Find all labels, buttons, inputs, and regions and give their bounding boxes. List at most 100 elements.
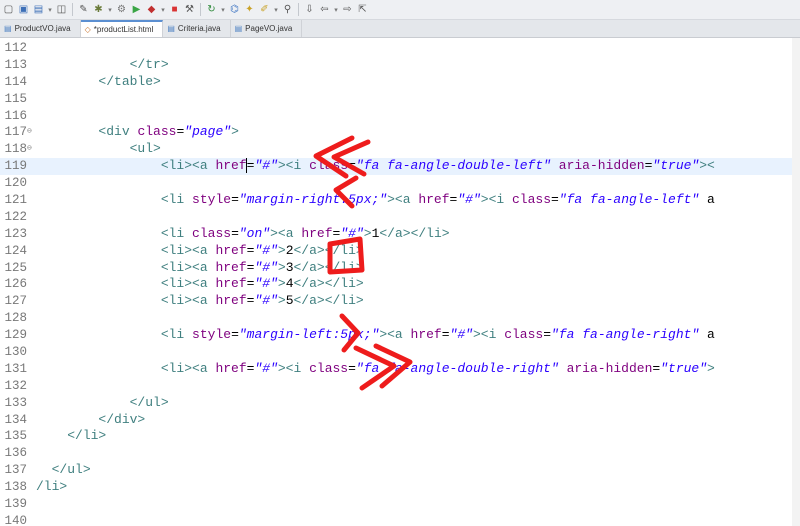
wand-icon[interactable]: ✦: [243, 3, 256, 16]
code-line[interactable]: 137 </ul>: [0, 462, 800, 479]
new-file-icon[interactable]: ▢: [2, 3, 15, 16]
line-number: 115: [4, 91, 27, 106]
bug-icon[interactable]: ✱: [92, 3, 105, 16]
code-line[interactable]: 133 </ul>: [0, 395, 800, 412]
dropdown-arrow-icon[interactable]: ▾: [273, 6, 279, 14]
line-number: 117: [4, 125, 27, 140]
dropdown-arrow-icon[interactable]: ▾: [333, 6, 339, 14]
code-line[interactable]: 134 </div>: [0, 412, 800, 429]
code-token: "#": [254, 293, 278, 309]
dropdown-arrow-icon[interactable]: ▾: [47, 6, 53, 14]
plugin-icon[interactable]: ⌬: [228, 3, 241, 16]
code-line[interactable]: 138/li>: [0, 479, 800, 496]
search-icon[interactable]: ⚲: [281, 3, 294, 16]
toolbar-separator: [72, 3, 73, 16]
editor-tab-label: Criteria.java: [177, 24, 221, 33]
code-token: ><a: [387, 192, 419, 208]
external-tools-icon[interactable]: ◆: [145, 3, 158, 16]
code-line[interactable]: 124 <li><a href="#">2</a></li>: [0, 243, 800, 260]
code-line[interactable]: 126 <li><a href="#">4</a></li>: [0, 276, 800, 293]
code-line[interactable]: 130: [0, 344, 800, 361]
code-line[interactable]: 119 <li><a href="#"><i class="fa fa-angl…: [0, 158, 800, 176]
export-icon[interactable]: ⇱: [356, 3, 369, 16]
line-number: 126: [4, 277, 27, 292]
refresh-icon[interactable]: ↻: [205, 3, 218, 16]
code-token: aria-hidden: [558, 158, 645, 174]
code-line[interactable]: 129 <li style="margin-left:5px;"><a href…: [0, 327, 800, 344]
code-token: "fa fa-angle-left": [558, 192, 700, 208]
code-token: >: [277, 293, 286, 309]
code-line[interactable]: 125 <li><a href="#">3</a></li>: [0, 260, 800, 277]
code-line[interactable]: 131 <li><a href="#"><i class="fa fa-angl…: [0, 361, 800, 378]
stop-icon[interactable]: ■: [168, 3, 181, 16]
code-line[interactable]: 140: [0, 513, 800, 526]
line-number: 124: [4, 243, 27, 258]
editor-tab[interactable]: ▤ ProductVO.java: [0, 20, 81, 37]
window-icon[interactable]: ◫: [55, 3, 68, 16]
code-token: 4: [285, 276, 294, 292]
dropdown-arrow-icon[interactable]: ▾: [107, 6, 113, 14]
back-icon[interactable]: ⇦: [318, 3, 331, 16]
code-token: </ul>: [129, 394, 169, 410]
code-line[interactable]: 135 </li>: [0, 428, 800, 445]
pin-icon[interactable]: ✎: [77, 3, 90, 16]
code-line[interactable]: 132: [0, 378, 800, 395]
code-token: =: [441, 327, 450, 343]
code-line[interactable]: 128: [0, 310, 800, 327]
code-line[interactable]: 139: [0, 496, 800, 513]
line-number: 136: [4, 446, 27, 461]
code-line[interactable]: 118 ⊖ <ul>: [0, 141, 800, 158]
code-line[interactable]: 120: [0, 175, 800, 192]
code-line[interactable]: 117 ⊖ <div class="page">: [0, 124, 800, 141]
editor-tab-label: ProductVO.java: [14, 24, 71, 33]
java-file-icon: ▤: [4, 23, 12, 33]
editor-tab-bar: ▤ ProductVO.java ◇ *productList.html ▤ Criter…: [0, 20, 800, 38]
code-line[interactable]: 122: [0, 209, 800, 226]
code-line[interactable]: 115: [0, 91, 800, 108]
arrow-down-icon[interactable]: ⇩: [303, 3, 316, 16]
code-line[interactable]: 112: [0, 40, 800, 57]
build-icon[interactable]: ⚒: [183, 3, 196, 16]
line-number: 121: [4, 193, 27, 208]
run-icon[interactable]: ▶: [130, 3, 143, 16]
code-token: >: [277, 259, 286, 275]
code-token: 5: [285, 293, 294, 309]
line-number: 140: [4, 513, 27, 526]
code-line[interactable]: 123 <li class="on"><a href="#">1</a></li…: [0, 226, 800, 243]
dropdown-arrow-icon[interactable]: ▾: [160, 6, 166, 14]
toolbar-separator: [200, 3, 201, 16]
editor-tab[interactable]: ▤ PageVO.java: [231, 20, 303, 37]
line-number: 139: [4, 497, 27, 512]
code-token: href: [215, 259, 247, 275]
code-text: <li><a href="#">3</a></li>: [36, 260, 364, 277]
code-token: >: [277, 242, 286, 258]
editor-tab[interactable]: ▤ Criteria.java: [163, 20, 231, 37]
vertical-scrollbar[interactable]: [792, 38, 800, 526]
forward-icon[interactable]: ⇨: [341, 3, 354, 16]
editor-tab[interactable]: ◇ *productList.html: [80, 20, 164, 37]
java-file-icon: ▤: [234, 23, 243, 33]
code-token: "fa fa-angle-double-left": [355, 158, 551, 174]
save-all-icon[interactable]: ▤: [32, 3, 45, 16]
save-icon[interactable]: ▣: [17, 3, 30, 16]
code-text: </div>: [36, 412, 145, 429]
line-number: 113: [4, 57, 27, 72]
dropdown-arrow-icon[interactable]: ▾: [220, 6, 226, 14]
code-line[interactable]: 113 </tr>: [0, 57, 800, 74]
brush-icon[interactable]: ✐: [258, 3, 271, 16]
gear-icon[interactable]: ⚙: [115, 3, 128, 16]
code-line[interactable]: 114 </table>: [0, 74, 800, 91]
fold-collapse-icon[interactable]: ⊖: [27, 124, 32, 141]
code-text: </ul>: [36, 395, 169, 412]
code-line[interactable]: 127 <li><a href="#">5</a></li>: [0, 293, 800, 310]
code-editor[interactable]: 112 113 </tr> 114 </table> 115 116 117 ⊖ <div …: [0, 38, 800, 526]
code-line[interactable]: 136: [0, 445, 800, 462]
code-line[interactable]: 121 <li style="margin-right:5px;"><a hre…: [0, 192, 800, 209]
fold-collapse-icon[interactable]: ⊖: [27, 141, 32, 158]
code-line[interactable]: 116: [0, 108, 800, 125]
